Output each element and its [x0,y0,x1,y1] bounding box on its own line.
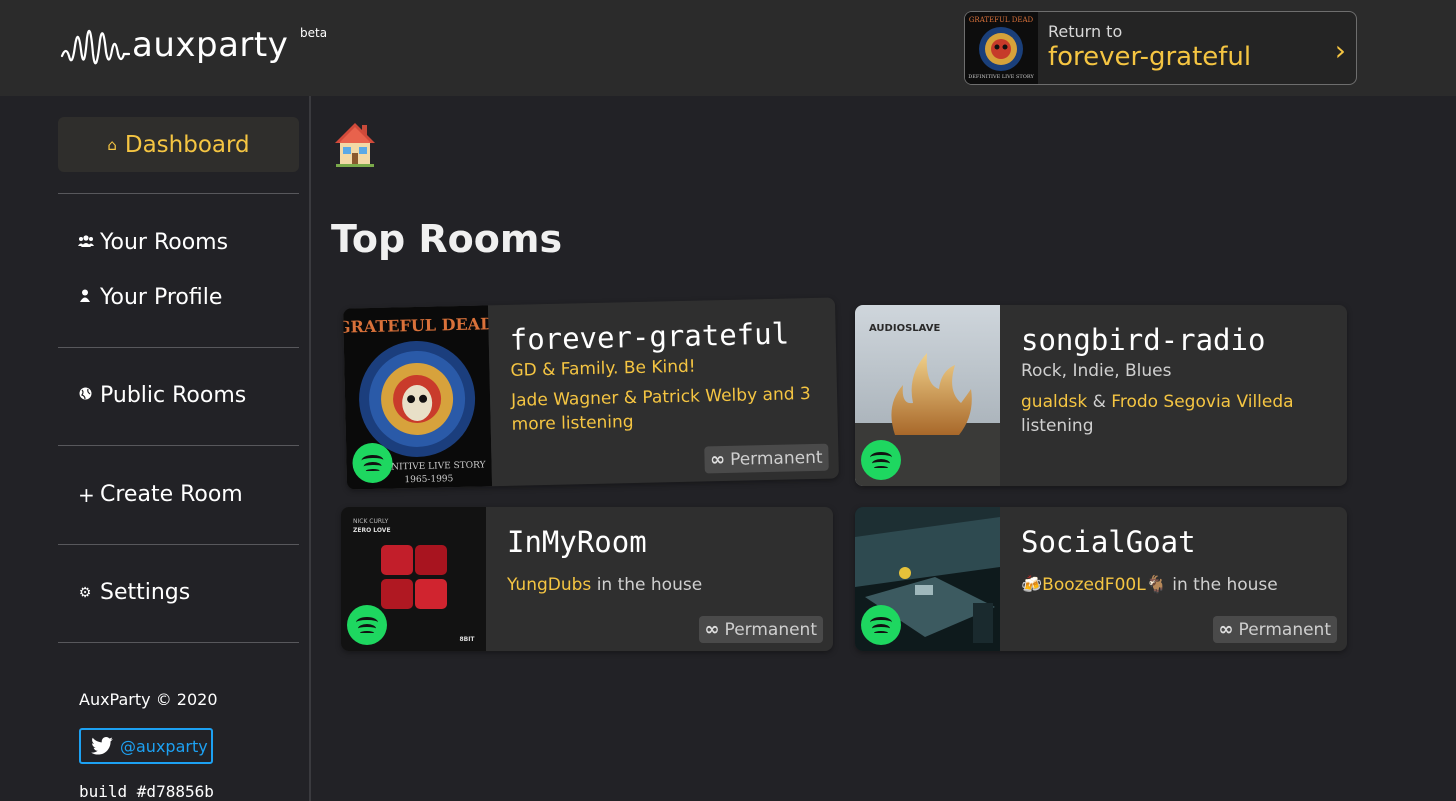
svg-text:AUDIOSLAVE: AUDIOSLAVE [869,323,940,334]
spotify-icon [861,440,901,480]
user-icon [78,289,92,306]
page-title: Top Rooms [331,217,563,261]
twitter-handle: @auxparty [120,736,208,756]
sidebar: ⌂ Dashboard Your Rooms Your Profile Publ… [0,96,311,801]
album-art [855,507,1000,651]
room-tagline: GD & Family. Be Kind! [510,356,696,381]
sidebar-item-label: Settings [100,580,191,605]
room-name: InMyRoom [507,525,647,559]
globe-icon [78,387,92,404]
twitter-link[interactable]: @auxparty [79,728,213,764]
home-icon: ⌂ [107,135,117,154]
waveform-icon [60,29,130,65]
room-album-thumbnail: GRATEFUL DEAD DEFINITIVE LIVE STORY [965,12,1038,84]
room-name: forever-grateful [509,316,790,357]
gear-icon: ⚙ [78,584,92,601]
house-emoji-icon [334,121,376,167]
listener-name: YungDubs [507,575,592,595]
sidebar-item-public-rooms[interactable]: Public Rooms [78,383,246,408]
spotify-icon [861,605,901,645]
infinity-icon: ∞ [704,619,720,640]
sidebar-item-label: Your Rooms [100,230,229,255]
brand-name: auxparty [132,25,289,65]
sidebar-item-label: Public Rooms [100,383,247,408]
divider [58,642,299,643]
build-version: build #d78856b [79,782,214,801]
sidebar-item-your-rooms[interactable]: Your Rooms [78,230,228,255]
svg-text:DEFINITIVE LIVE STORY: DEFINITIVE LIVE STORY [968,74,1034,80]
room-listeners: gualdsk & Frodo Segovia Villeda listenin… [1021,392,1294,436]
divider [58,347,299,348]
listener-name: Jade Wagner [510,388,619,411]
album-art: GRATEFUL DEAD DEFINITIVE LIVE STORY 1965… [343,305,493,490]
sidebar-item-create-room[interactable]: + Create Room [78,482,243,507]
plus-icon: + [78,482,95,507]
svg-text:GRATEFUL DEAD: GRATEFUL DEAD [969,16,1034,24]
return-label: Return to [1048,22,1123,41]
chevron-right-icon: › [1334,34,1346,67]
sidebar-item-label: Create Room [100,482,243,507]
sidebar-item-label: Dashboard [124,131,250,158]
infinity-icon: ∞ [709,448,726,471]
sidebar-item-label: Your Profile [100,285,223,310]
top-bar: auxparty beta GRATEFUL DEAD DEFINITIVE L… [0,0,1456,96]
listener-name: 🍻BoozedF00L🐐 [1021,575,1167,595]
room-card[interactable]: NICK CURLY ZERO LOVE 8BIT InMyRoom YungD… [341,507,833,651]
users-icon [78,234,94,251]
room-card[interactable]: AUDIOSLAVE songbird-radio Rock, Indie, B… [855,305,1347,486]
svg-text:ZERO LOVE: ZERO LOVE [353,527,391,534]
room-listeners: YungDubs in the house [507,575,703,595]
twitter-icon [91,737,113,755]
divider [58,445,299,446]
room-name: SocialGoat [1021,525,1196,559]
infinity-icon: ∞ [1218,619,1234,640]
permanent-badge: ∞ Permanent [703,443,829,474]
sidebar-item-your-profile[interactable]: Your Profile [78,285,222,310]
room-name: songbird-radio [1021,323,1266,357]
sidebar-item-settings[interactable]: ⚙ Settings [78,580,191,605]
divider [58,544,299,545]
svg-text:8BIT: 8BIT [459,636,475,643]
auxparty-logo[interactable]: auxparty beta [60,16,327,80]
listener-name: Patrick Welby [642,385,758,408]
listener-name: gualdsk [1021,392,1088,412]
copyright-text: AuxParty © 2020 [79,690,218,709]
sidebar-item-dashboard[interactable]: ⌂ Dashboard [58,117,299,172]
svg-text:NICK CURLY: NICK CURLY [353,518,389,525]
permanent-badge: ∞ Permanent [698,616,823,643]
room-card[interactable]: GRATEFUL DEAD DEFINITIVE LIVE STORY 1965… [343,297,839,490]
divider [58,193,299,194]
listener-name: Frodo Segovia Villeda [1111,392,1294,412]
room-card[interactable]: SocialGoat 🍻BoozedF00L🐐 in the house ∞ P… [855,507,1347,651]
return-to-room-button[interactable]: GRATEFUL DEAD DEFINITIVE LIVE STORY Retu… [964,11,1357,85]
return-room-name: forever-grateful [1048,42,1252,72]
album-art: AUDIOSLAVE [855,305,1000,486]
spotify-icon [347,605,387,645]
room-listeners: Jade Wagner & Patrick Welby and 3 more l… [510,384,811,435]
permanent-badge: ∞ Permanent [1212,616,1337,643]
beta-badge: beta [300,26,328,40]
svg-text:GRATEFUL DEAD: GRATEFUL DEAD [343,314,492,337]
svg-text:1965-1995: 1965-1995 [404,474,453,485]
room-listeners: 🍻BoozedF00L🐐 in the house [1021,575,1278,595]
album-art: NICK CURLY ZERO LOVE 8BIT [341,507,486,651]
room-tagline: Rock, Indie, Blues [1021,361,1172,381]
